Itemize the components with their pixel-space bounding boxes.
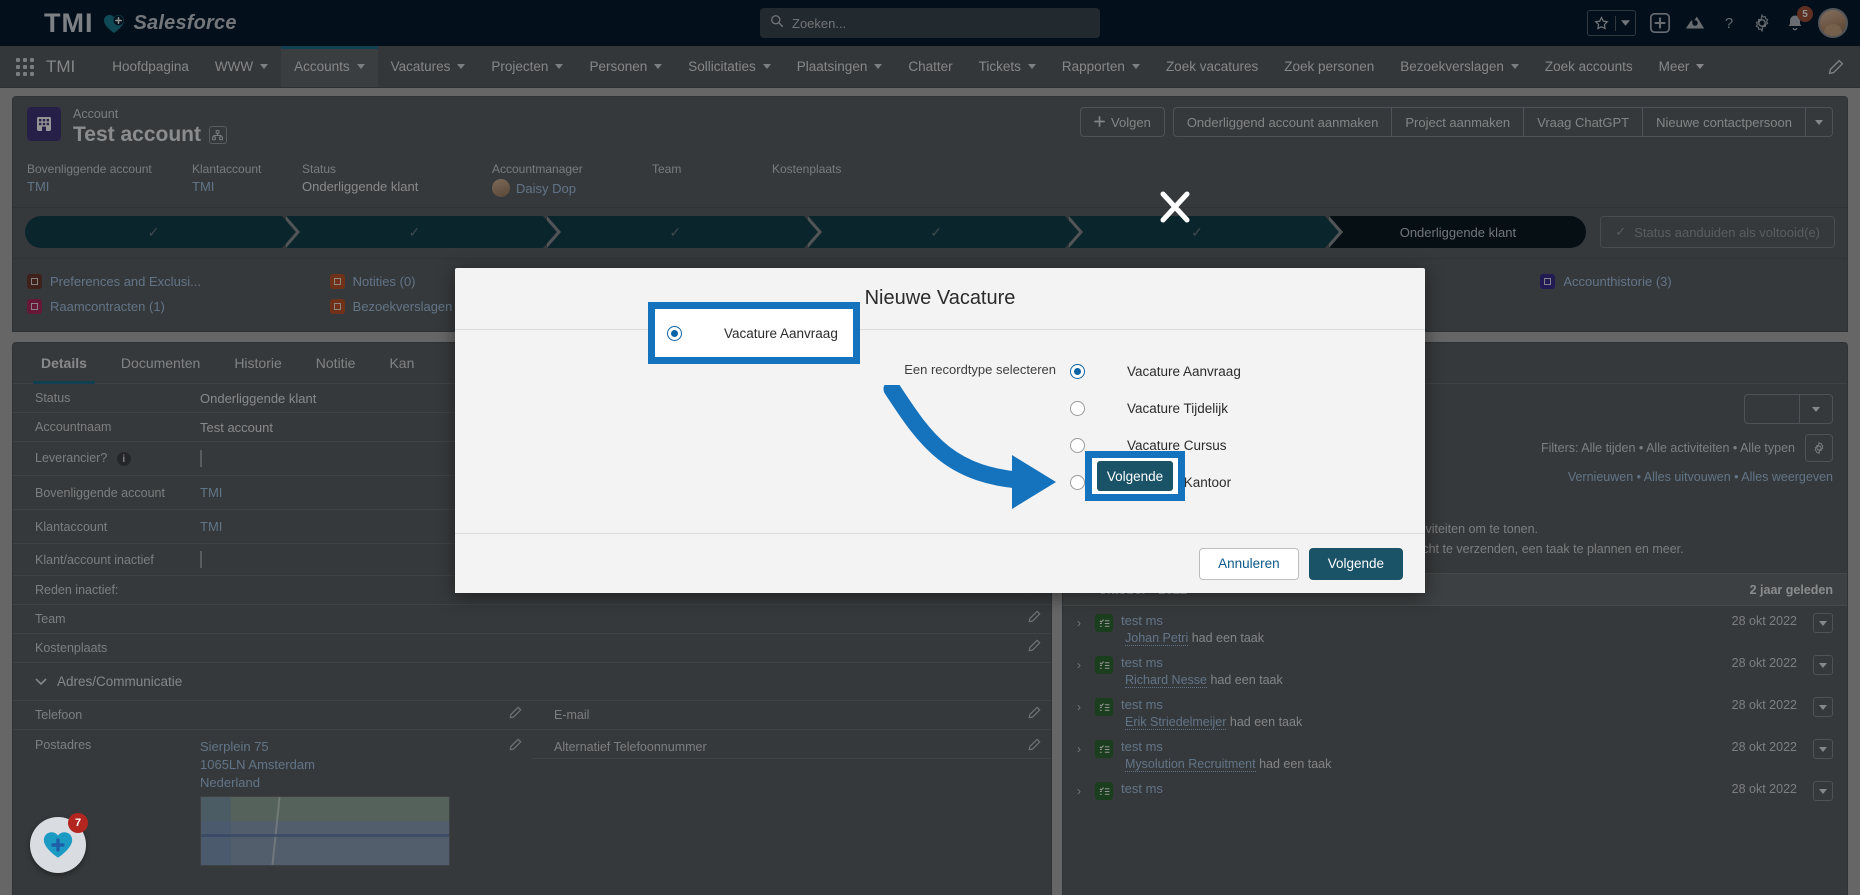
option-label: Vacature Tijdelijk: [1127, 401, 1229, 416]
highlighted-next-button[interactable]: Volgende: [1097, 461, 1173, 491]
radio-button[interactable]: [1070, 364, 1085, 379]
recordtype-option-aanvraag[interactable]: Vacature Aanvraag: [1070, 358, 1241, 385]
annotation-x-mark: [1160, 191, 1190, 223]
chat-unread-badge: 7: [68, 813, 88, 833]
modal-footer: Annuleren Volgende: [455, 533, 1425, 593]
highlighted-recordtype-option[interactable]: Vacature Aanvraag: [655, 309, 853, 357]
radio-button[interactable]: [667, 325, 682, 341]
screen-root: TMI Salesforce Zoeken... ? 5 TMI Hoofdpa…: [0, 0, 1860, 895]
chat-widget-button[interactable]: 7: [30, 813, 88, 873]
modal-header: Nieuwe Vacature: [455, 268, 1425, 330]
recordtype-label: Een recordtype selecteren: [904, 362, 1056, 377]
modal-title: Nieuwe Vacature: [864, 287, 1016, 309]
next-button[interactable]: Volgende: [1308, 547, 1403, 580]
cancel-button[interactable]: Annuleren: [1199, 547, 1299, 580]
option-label: Vacature Aanvraag: [1127, 364, 1241, 379]
option-label: Vacature Aanvraag: [724, 325, 838, 341]
